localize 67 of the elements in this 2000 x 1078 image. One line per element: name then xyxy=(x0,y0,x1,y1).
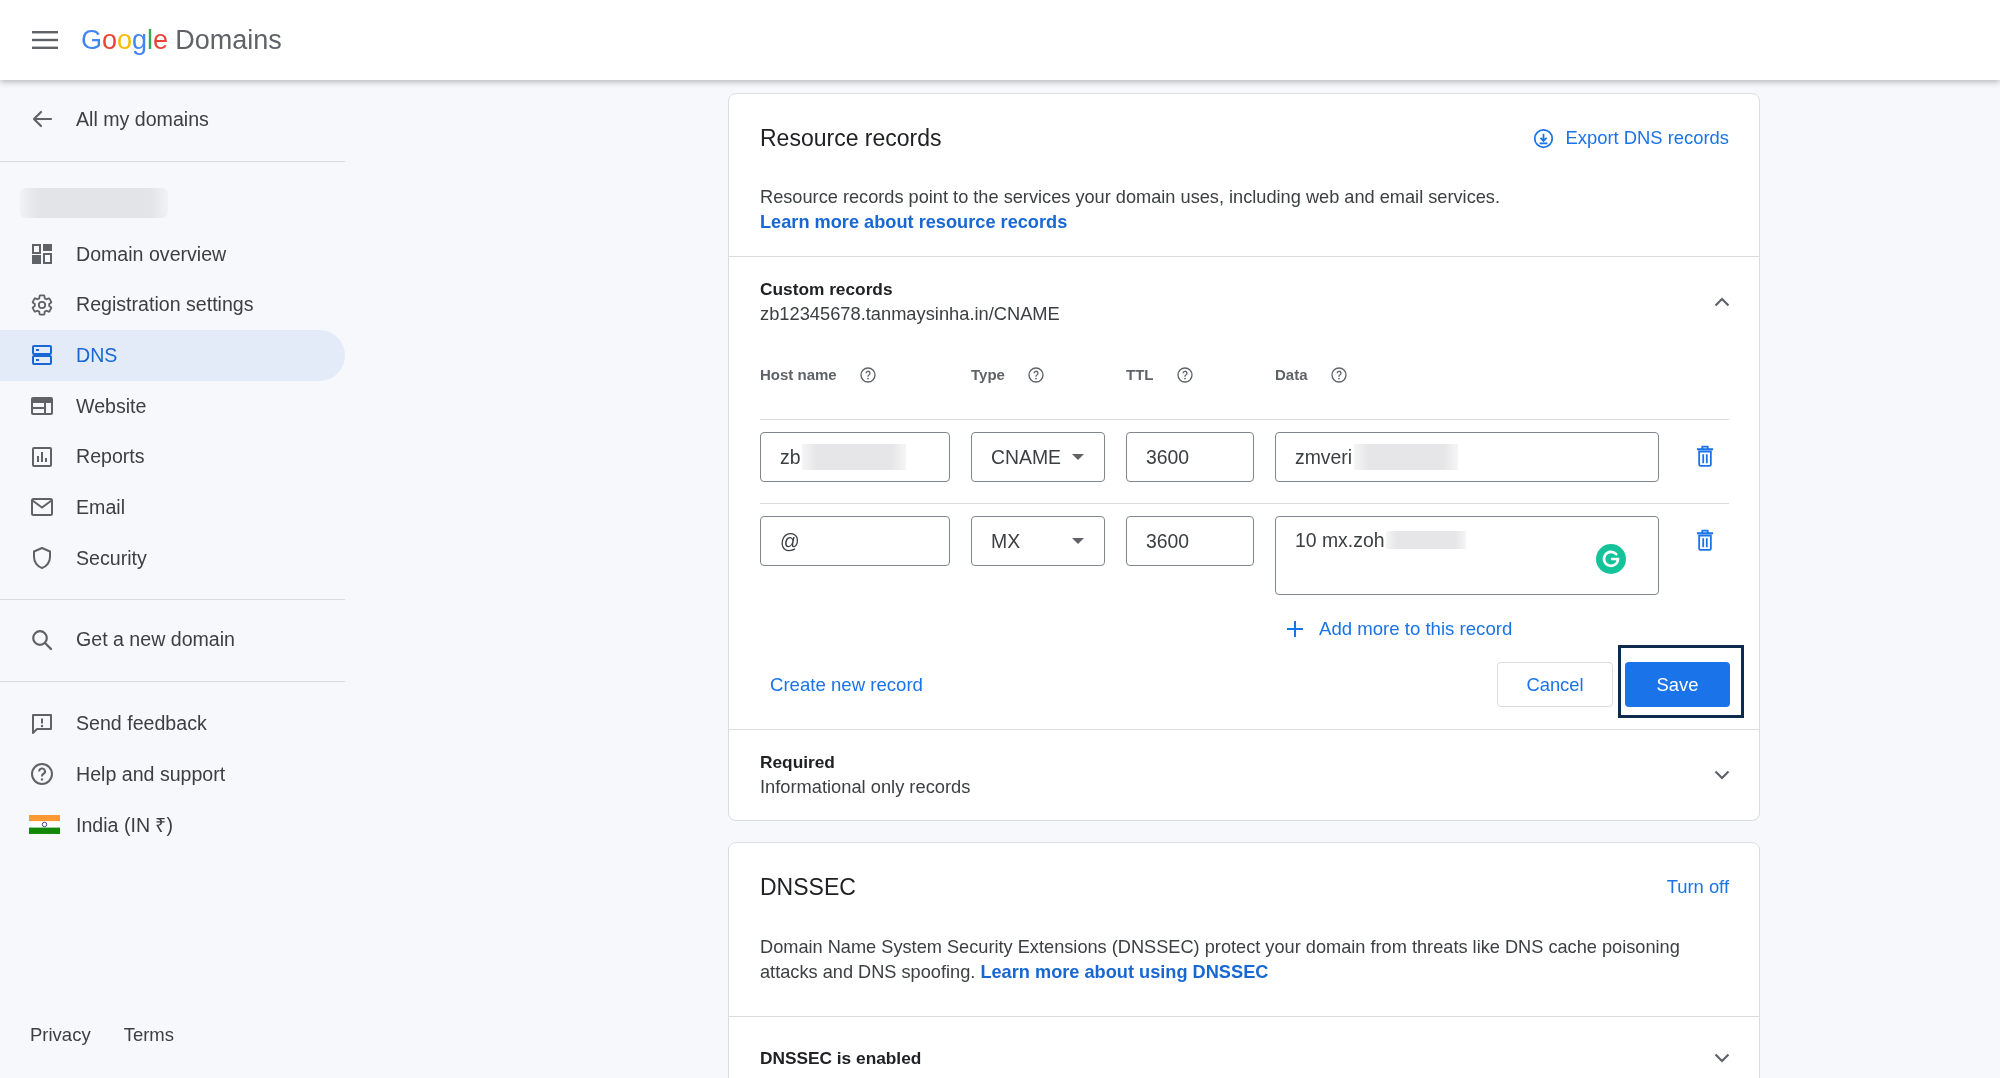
description-text: Resource records point to the services your domain uses, including web and email services. Learn more about resource records xyxy=(760,186,1501,234)
gear-icon xyxy=(30,292,54,317)
region-selector[interactable]: India (IN ₹) xyxy=(0,799,345,851)
caret-icon xyxy=(1072,454,1084,460)
search-icon xyxy=(30,627,54,652)
type-select[interactable]: MX xyxy=(971,516,1105,566)
sidebar-nav-item[interactable]: Email xyxy=(0,482,345,533)
section-subtitle: zb12345678.tanmaysinha.in/CNAME xyxy=(760,302,1060,326)
help-icon[interactable] xyxy=(1176,367,1193,383)
host-name-field[interactable]: zb xyxy=(760,432,950,482)
chevron-icon[interactable] xyxy=(1714,297,1730,307)
column-header: TTL xyxy=(1126,365,1154,385)
card-title: DNSSEC xyxy=(760,873,856,902)
sidebar-nav-item[interactable]: DNS xyxy=(0,330,345,381)
help-icon[interactable] xyxy=(1027,367,1044,383)
sidebar-nav-item[interactable]: Registration settings xyxy=(0,279,345,331)
column-header: Host name xyxy=(760,365,837,385)
learn-more-link[interactable]: Learn more about using DNSSEC xyxy=(980,962,1269,982)
dashboard-icon xyxy=(30,242,54,267)
back-link[interactable]: All my domains xyxy=(0,94,345,145)
bar-chart-icon xyxy=(30,444,54,469)
server-stack-icon xyxy=(30,343,54,368)
download-icon xyxy=(1533,127,1555,149)
save-button[interactable]: Save xyxy=(1625,662,1730,707)
column-header: Data xyxy=(1275,365,1308,385)
plus-icon xyxy=(1287,621,1303,637)
delete-icon[interactable] xyxy=(1696,529,1714,551)
ttl-field[interactable]: 3600 xyxy=(1126,432,1254,482)
data-field[interactable]: zmveri xyxy=(1275,432,1659,482)
ttl-field[interactable]: 3600 xyxy=(1126,516,1254,566)
cancel-button[interactable]: Cancel xyxy=(1497,662,1613,707)
sidebar-nav-item[interactable]: Security xyxy=(0,532,345,584)
turn-off-link[interactable]: Turn off xyxy=(1666,875,1729,899)
app-logo[interactable]: Google Domains xyxy=(81,23,282,57)
description-text: Domain Name System Security Extensions (DNSSEC) protect your domain from threats like DNS cache poisoning attacks and DNS spoofing. Learn more about using DNSSEC xyxy=(760,936,1681,984)
type-select[interactable]: CNAME xyxy=(971,432,1105,482)
sidebar-link[interactable]: Help and support xyxy=(0,748,345,800)
learn-more-link[interactable]: Learn more about resource records xyxy=(760,212,1068,232)
feedback-icon xyxy=(30,711,54,736)
host-name-field[interactable]: @ xyxy=(760,516,950,566)
section-title: Required xyxy=(760,751,836,774)
sidebar-nav-item[interactable]: Domain overview xyxy=(0,228,345,280)
section-subtitle: Informational only records xyxy=(760,775,971,799)
sidebar-nav-item[interactable]: Reports xyxy=(0,431,345,483)
section-title: Custom records xyxy=(760,278,894,301)
export-link[interactable]: Export DNS records xyxy=(1533,126,1729,150)
help-icon xyxy=(30,762,54,787)
add-more-link[interactable]: Add more to this record xyxy=(1287,617,1659,641)
sidebar-link[interactable]: Get a new domain xyxy=(0,614,345,666)
delete-icon[interactable] xyxy=(1696,445,1714,467)
sidebar-link[interactable]: Send feedback xyxy=(0,698,345,749)
section-title: DNSSEC is enabled xyxy=(760,1047,922,1070)
chevron-icon[interactable] xyxy=(1714,770,1730,780)
help-icon[interactable] xyxy=(1330,367,1347,383)
card-title: Resource records xyxy=(760,124,942,153)
menu-icon[interactable] xyxy=(32,31,58,49)
caret-icon xyxy=(1072,538,1084,544)
create-record-link[interactable]: Create new record xyxy=(760,662,933,707)
column-header: Type xyxy=(971,365,1005,385)
sidebar-nav-item[interactable]: Website xyxy=(0,380,345,432)
shield-icon xyxy=(30,546,54,571)
help-icon[interactable] xyxy=(859,367,876,383)
india-flag-icon xyxy=(29,815,60,835)
chevron-icon[interactable] xyxy=(1714,1053,1730,1063)
footer-link[interactable]: Terms xyxy=(123,1023,175,1047)
data-field[interactable]: 10 mx.zoh xyxy=(1275,516,1659,595)
footer-link[interactable]: Privacy xyxy=(30,1023,91,1047)
